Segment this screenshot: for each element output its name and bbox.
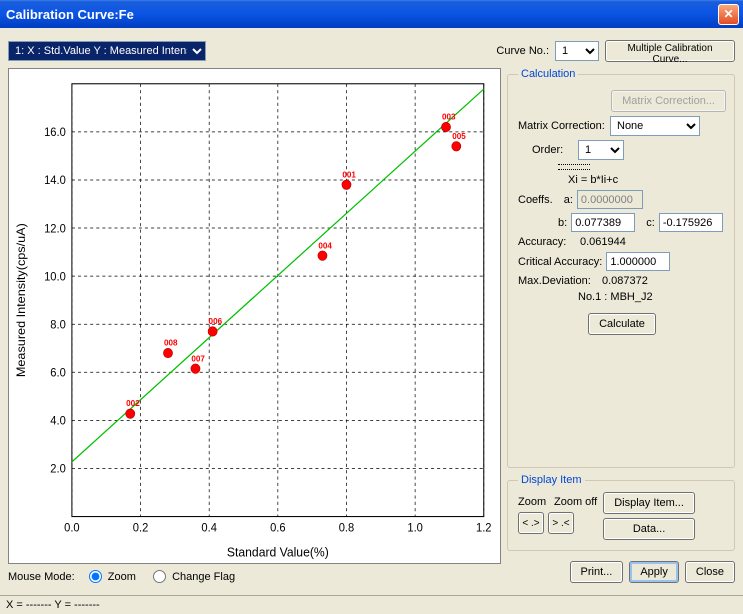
- matrix-correction-select[interactable]: None: [610, 116, 700, 136]
- changeflag-radio-label: Change Flag: [172, 571, 235, 583]
- calibration-chart[interactable]: 0.0 0.2 0.4 0.6 0.8 1.0 1.2 2.0 4.0 6.0 8.0 10.0 12.…: [8, 68, 501, 564]
- critical-accuracy-label: Critical Accuracy:: [518, 256, 602, 268]
- calculate-button[interactable]: Calculate: [588, 313, 656, 335]
- close-button[interactable]: Close: [685, 561, 735, 583]
- zoom-radio-label: Zoom: [108, 571, 136, 583]
- curve-no-select[interactable]: 1: [555, 41, 599, 61]
- data-button[interactable]: Data...: [603, 518, 695, 540]
- order-label: Order:: [532, 144, 574, 156]
- multiple-calibration-button[interactable]: Multiple Calibration Curve...: [605, 40, 735, 62]
- mouse-mode-changeflag-radio[interactable]: [153, 570, 166, 583]
- apply-button[interactable]: Apply: [629, 561, 679, 583]
- svg-text:0.0: 0.0: [64, 522, 80, 534]
- order-select[interactable]: 1: [578, 140, 624, 160]
- calculation-legend: Calculation: [518, 68, 578, 80]
- plot-mode-select[interactable]: 1: X : Std.Value Y : Measured Intensity: [8, 41, 206, 61]
- svg-text:0.8: 0.8: [339, 522, 355, 534]
- display-item-button[interactable]: Display Item...: [603, 492, 695, 514]
- svg-text:007: 007: [191, 354, 205, 363]
- zoom-left-button[interactable]: < .>: [518, 512, 544, 534]
- svg-text:12.0: 12.0: [44, 223, 66, 235]
- svg-text:008: 008: [164, 339, 178, 348]
- coeffs-label: Coeffs.: [518, 194, 553, 206]
- svg-text:10.0: 10.0: [44, 271, 66, 283]
- svg-text:0.6: 0.6: [270, 522, 286, 534]
- svg-text:0.4: 0.4: [201, 522, 217, 534]
- zoom-status: Zoom off: [554, 496, 597, 508]
- svg-text:1.2: 1.2: [476, 522, 492, 534]
- accuracy-label: Accuracy:: [518, 236, 576, 248]
- fit-line-style-icon: [558, 169, 590, 170]
- svg-text:16.0: 16.0: [44, 127, 66, 139]
- matrix-correction-label: Matrix Correction:: [518, 120, 606, 132]
- coeff-c-label: c:: [646, 217, 655, 229]
- max-deviation-value: 0.087372: [602, 275, 648, 287]
- svg-text:4.0: 4.0: [50, 415, 66, 427]
- coeff-b-label: b:: [558, 217, 567, 229]
- display-item-legend: Display Item: [518, 474, 585, 486]
- status-bar: X = ------- Y = -------: [0, 595, 743, 614]
- svg-text:2.0: 2.0: [50, 464, 66, 476]
- svg-text:002: 002: [126, 399, 140, 408]
- svg-text:001: 001: [342, 170, 356, 179]
- svg-text:Measured Intensity(cps/uA): Measured Intensity(cps/uA): [14, 223, 28, 377]
- svg-text:8.0: 8.0: [50, 319, 66, 331]
- mouse-mode-zoom-radio[interactable]: [89, 570, 102, 583]
- coeff-a-input: [577, 190, 643, 209]
- svg-text:Standard Value(%): Standard Value(%): [227, 545, 329, 559]
- svg-text:006: 006: [209, 317, 223, 326]
- svg-text:0.2: 0.2: [133, 522, 149, 534]
- svg-text:003: 003: [442, 113, 456, 122]
- zoom-right-button[interactable]: > .<: [548, 512, 574, 534]
- window-title: Calibration Curve:Fe: [6, 7, 718, 22]
- zoom-label: Zoom: [518, 496, 550, 508]
- formula-text: Xi = b*Ii+c: [568, 174, 618, 186]
- fit-line-style-icon: [558, 164, 590, 165]
- coeff-b-input[interactable]: [571, 213, 635, 232]
- display-item-group: Display Item Zoom Zoom off < .> > .< D: [507, 474, 735, 551]
- svg-text:004: 004: [318, 241, 332, 250]
- calculation-group: Calculation Matrix Correction... Matrix …: [507, 68, 735, 468]
- svg-text:005: 005: [452, 132, 466, 141]
- svg-text:14.0: 14.0: [44, 175, 66, 187]
- coeff-c-input[interactable]: [659, 213, 723, 232]
- curve-no-label: Curve No.:: [496, 45, 549, 57]
- print-button[interactable]: Print...: [570, 561, 624, 583]
- max-deviation-label: Max.Deviation:: [518, 275, 598, 287]
- coeff-a-label: a:: [564, 194, 573, 206]
- accuracy-value: 0.061944: [580, 236, 626, 248]
- matrix-correction-button: Matrix Correction...: [611, 90, 726, 112]
- svg-text:1.0: 1.0: [407, 522, 423, 534]
- critical-accuracy-input[interactable]: [606, 252, 670, 271]
- mouse-mode-label: Mouse Mode:: [8, 571, 75, 583]
- max-deviation-item: No.1 : MBH_J2: [578, 291, 653, 303]
- svg-text:6.0: 6.0: [50, 367, 66, 379]
- close-icon[interactable]: ✕: [718, 4, 739, 25]
